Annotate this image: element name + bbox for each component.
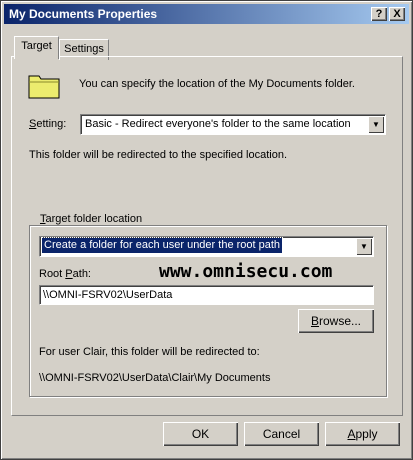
tab-settings-label: Settings <box>64 43 104 55</box>
ok-button[interactable]: OK <box>163 422 238 446</box>
tab-target-label: Target <box>21 40 52 52</box>
tab-target[interactable]: Target <box>14 36 59 59</box>
tab-panel-target <box>11 56 403 416</box>
window-title: My Documents Properties <box>9 7 158 21</box>
cancel-button[interactable]: Cancel <box>244 422 319 446</box>
apply-button[interactable]: Apply <box>325 422 400 446</box>
help-button[interactable]: ? <box>371 7 387 21</box>
close-button[interactable]: X <box>389 7 405 21</box>
properties-dialog: My Documents Properties ? X Target Setti… <box>0 0 413 460</box>
title-bar[interactable]: My Documents Properties ? X <box>4 4 409 24</box>
